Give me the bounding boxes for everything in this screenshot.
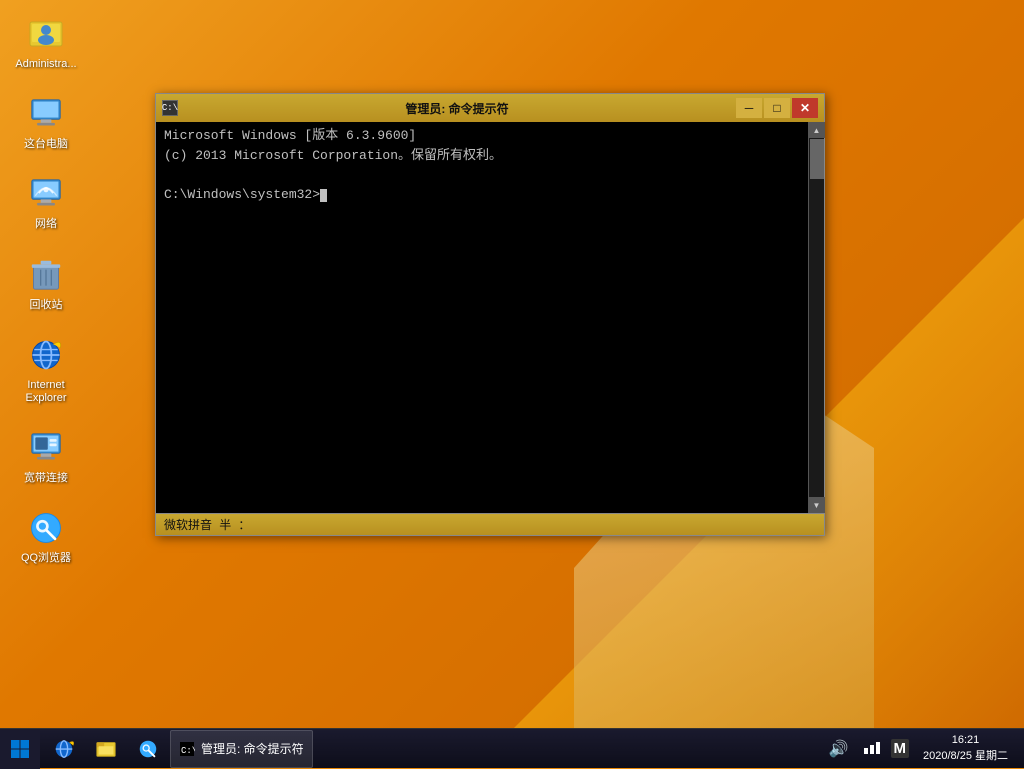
cmd-line-3 xyxy=(164,165,800,185)
broadband-icon-label: 宽带连接 xyxy=(24,472,68,485)
scrollbar-down-arrow[interactable]: ▼ xyxy=(809,497,825,513)
icon-qq-browser[interactable]: QQ浏览器 xyxy=(10,504,82,569)
clock-time: 16:21 xyxy=(952,733,980,748)
scrollbar-track[interactable] xyxy=(809,138,824,497)
cmd-status-text: 微软拼音 半 ： xyxy=(164,516,250,533)
this-pc-icon-image xyxy=(26,94,66,134)
cmd-title-text: 管理员: 命令提示符 xyxy=(184,100,730,117)
qq-browser-icon-label: QQ浏览器 xyxy=(21,552,71,565)
tray-network-icon[interactable] xyxy=(859,736,885,761)
taskbar-items: C:\ 管理员: 命令提示符 xyxy=(40,729,817,768)
network-icon-image xyxy=(26,174,66,214)
scrollbar-up-arrow[interactable]: ▲ xyxy=(809,122,825,138)
cmd-maximize-button[interactable]: □ xyxy=(764,98,790,118)
cmd-line-4: C:\Windows\system32> xyxy=(164,185,800,205)
cmd-close-button[interactable]: ✕ xyxy=(792,98,818,118)
network-icon-label: 网络 xyxy=(35,218,57,231)
taskbar-cmd-button[interactable]: C:\ 管理员: 命令提示符 xyxy=(170,730,313,768)
cmd-body[interactable]: Microsoft Windows [版本 6.3.9600] (c) 2013… xyxy=(156,122,824,513)
cmd-window-controls: ─ □ ✕ xyxy=(736,98,818,118)
cmd-terminal-content[interactable]: Microsoft Windows [版本 6.3.9600] (c) 2013… xyxy=(156,122,808,513)
taskbar-cmd-label: 管理员: 命令提示符 xyxy=(201,740,304,757)
tray-ime-icon[interactable]: M xyxy=(891,739,910,758)
recycle-bin-icon-label: 回收站 xyxy=(30,299,63,312)
svg-text:C:\: C:\ xyxy=(181,746,195,756)
taskbar: C:\ 管理员: 命令提示符 🔊 M 16:21 2020/8/25 星期二 xyxy=(0,728,1024,768)
ie-icon-label: Internet Explorer xyxy=(14,379,78,405)
administrator-icon-image xyxy=(26,14,66,54)
this-pc-icon-label: 这台电脑 xyxy=(24,138,68,151)
taskbar-tray: 🔊 M 16:21 2020/8/25 星期二 xyxy=(817,729,1024,768)
taskbar-explorer-button[interactable] xyxy=(86,730,126,768)
tray-volume-icon[interactable]: 🔊 xyxy=(825,737,853,761)
cmd-statusbar: 微软拼音 半 ： xyxy=(156,513,824,535)
desktop-icon-area: Administra... 这台电脑 xyxy=(10,10,82,570)
cmd-scrollbar[interactable]: ▲ ▼ xyxy=(808,122,824,513)
cmd-minimize-button[interactable]: ─ xyxy=(736,98,762,118)
clock-date: 2020/8/25 星期二 xyxy=(923,749,1008,764)
desktop: Administra... 这台电脑 xyxy=(0,0,1024,768)
cmd-window: C:\ 管理员: 命令提示符 ─ □ ✕ Microsoft Windows [… xyxy=(155,93,825,536)
icon-administrator[interactable]: Administra... xyxy=(10,10,82,75)
qq-browser-icon-image xyxy=(26,508,66,548)
scrollbar-thumb[interactable] xyxy=(810,139,824,179)
administrator-icon-label: Administra... xyxy=(15,58,76,71)
start-windows-icon xyxy=(10,739,30,759)
icon-broadband[interactable]: 宽带连接 xyxy=(10,424,82,489)
broadband-icon-image xyxy=(26,428,66,468)
start-button[interactable] xyxy=(0,729,40,769)
ie-icon-image xyxy=(26,335,66,375)
cmd-line-1: Microsoft Windows [版本 6.3.9600] xyxy=(164,126,800,146)
icon-recycle-bin[interactable]: 回收站 xyxy=(10,251,82,316)
cmd-line-2: (c) 2013 Microsoft Corporation。保留所有权利。 xyxy=(164,146,800,166)
taskbar-ie-button[interactable] xyxy=(44,730,84,768)
icon-this-pc[interactable]: 这台电脑 xyxy=(10,90,82,155)
taskbar-qqbrowser-button[interactable] xyxy=(128,730,168,768)
cmd-title-icon: C:\ xyxy=(162,100,178,116)
taskbar-clock[interactable]: 16:21 2020/8/25 星期二 xyxy=(915,733,1016,764)
cmd-titlebar[interactable]: C:\ 管理员: 命令提示符 ─ □ ✕ xyxy=(156,94,824,122)
icon-network[interactable]: 网络 xyxy=(10,170,82,235)
icon-ie[interactable]: Internet Explorer xyxy=(10,331,82,409)
recycle-bin-icon-image xyxy=(26,255,66,295)
